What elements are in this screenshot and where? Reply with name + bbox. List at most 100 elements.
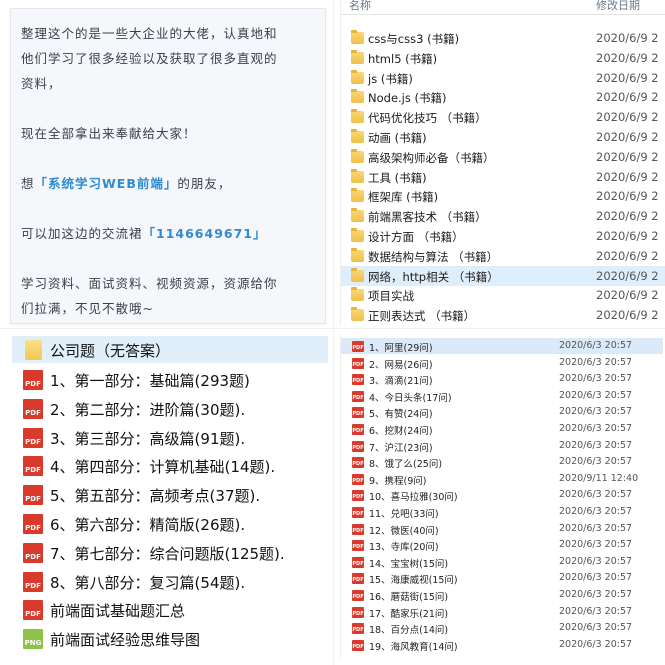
folder-row[interactable]: 代码优化技巧 （书籍） 2020/6/9 2 [341, 107, 665, 127]
folder-row[interactable]: js (书籍) 2020/6/9 2 [341, 68, 665, 88]
note-line: 资料， [21, 76, 62, 91]
modified-date: 2020/6/3 20:57 [559, 456, 633, 468]
modified-date: 2020/6/3 20:57 [559, 622, 633, 634]
modified-date: 2020/6/9 2 [596, 308, 659, 323]
file-name: 3、滴滴(21问) [369, 376, 433, 388]
file-row[interactable]: PDF 3、滴滴(21问) 2020/6/3 20:57 [341, 371, 663, 387]
file-row[interactable]: PDF 前端面试基础题汇总 [12, 596, 328, 623]
file-row[interactable]: PDF 6、挖财(24问) 2020/6/3 20:57 [341, 421, 663, 437]
modified-date: 2020/6/9 2 [596, 90, 659, 105]
modified-date: 2020/6/3 20:57 [559, 522, 633, 534]
file-row[interactable]: PDF 4、今日头条(17问) 2020/6/3 20:57 [341, 388, 663, 404]
folder-icon [351, 247, 364, 262]
file-row[interactable]: PDF 18、百分点(14问) 2020/6/3 20:57 [341, 620, 663, 636]
file-name: 4、第四部分：计算机基础(14题). [50, 458, 276, 477]
modified-date: 2020/6/3 20:57 [559, 605, 633, 617]
modified-date: 2020/6/9 2 [596, 50, 659, 65]
file-name: 5、第五部分：高频考点(37题). [50, 487, 261, 506]
file-name: 19、海风教育(14问) [369, 641, 458, 653]
folder-row[interactable]: 前端黑客技术 （书籍） 2020/6/9 2 [341, 206, 665, 226]
file-name: 13、寺库(20问) [369, 542, 439, 554]
modified-date: 2020/6/9 2 [596, 209, 659, 224]
file-name: 15、海康威视(15问) [369, 575, 458, 587]
file-row[interactable]: PDF 7、沪江(23问) 2020/6/3 20:57 [341, 438, 663, 454]
pdf-file-icon: PDF [352, 556, 364, 568]
folder-name: 工具 (书籍) [368, 170, 427, 185]
file-row[interactable]: PDF 8、饿了么(25问) 2020/6/3 20:57 [341, 454, 663, 470]
file-name: 3、第三部分：高级篇(91题). [50, 429, 246, 448]
file-row[interactable]: PDF 7、第七部分：综合问题版(125题). [12, 539, 328, 566]
modified-date: 2020/6/9 2 [596, 288, 659, 303]
file-row[interactable]: PDF 15、海康威视(15问) 2020/6/3 20:57 [341, 570, 663, 586]
file-row[interactable]: PDF 10、喜马拉雅(30问) 2020/6/3 20:57 [341, 487, 663, 503]
file-row[interactable]: PDF 1、第一部分：基础篇(293题) [12, 366, 328, 393]
file-row[interactable]: PDF 14、宝宝树(15问) 2020/6/3 20:57 [341, 554, 663, 570]
file-row[interactable]: PDF 19、海风教育(14问) 2020/6/3 20:57 [341, 637, 663, 653]
file-row[interactable]: PDF 6、第六部分：精简版(26题). [12, 510, 328, 537]
file-row[interactable]: PDF 11、兑吧(33问) 2020/6/3 20:57 [341, 504, 663, 520]
modified-date: 2020/6/3 20:57 [559, 406, 633, 418]
folder-icon [351, 129, 364, 143]
file-row[interactable]: PDF 8、第八部分：复习篇(54题). [12, 568, 328, 595]
file-row[interactable]: PDF 4、第四部分：计算机基础(14题). [12, 452, 328, 479]
modified-date: 2020/6/3 20:57 [559, 572, 633, 584]
folder-label: 公司题（无答案） [50, 342, 171, 360]
company-questions-list: PDF 1、阿里(29问) 2020/6/3 20:57 PDF 2、网易(26问) 20… [340, 334, 665, 659]
folder-row[interactable]: 高级架构师必备（书籍） 2020/6/9 2 [341, 147, 665, 167]
modified-date: 2020/6/9 2 [596, 110, 659, 125]
pdf-file-icon: PDF [352, 390, 364, 402]
file-row[interactable]: PDF 13、寺库(20问) 2020/6/3 20:57 [341, 537, 663, 553]
modified-date: 2020/6/3 20:57 [559, 506, 633, 517]
file-row[interactable]: PDF 5、有赞(24问) 2020/6/3 20:57 [341, 404, 663, 420]
folder-row[interactable]: 项目实战 2020/6/9 2 [341, 285, 665, 305]
file-name: 10、喜马拉雅(30问) [369, 492, 458, 504]
pdf-file-icon: PDF [23, 542, 43, 563]
folder-icon [351, 109, 364, 124]
modified-date: 2020/6/9 2 [596, 31, 659, 45]
file-row[interactable]: PDF 12、微医(40问) 2020/6/3 20:57 [341, 521, 663, 537]
folder-icon [351, 287, 364, 302]
modified-date: 2020/6/9 2 [596, 149, 659, 164]
folder-row[interactable]: 动画 (书籍) 2020/6/9 2 [341, 127, 665, 147]
books-folder-list: 名称 修改日期 css与css3 (书籍) 2020/6/9 2 html5 (书籍… [340, 0, 665, 325]
modified-date: 2020/6/3 20:57 [559, 555, 633, 567]
file-row[interactable]: PDF 2、网易(26问) 2020/6/3 20:57 [341, 355, 663, 371]
pdf-file-icon: PDF [23, 370, 43, 390]
vertical-divider [333, 0, 334, 665]
file-row[interactable]: PNG 前端面试经验思维导图 [12, 625, 328, 652]
folder-row[interactable]: Node.js (书籍) 2020/6/9 2 [341, 87, 665, 107]
file-name: 11、兑吧(33问) [369, 509, 439, 520]
note-line: 他们学习了很多经验以及获取了很多直观的 [21, 51, 278, 66]
modified-date: 2020/6/9 2 [596, 70, 659, 85]
file-row[interactable]: PDF 16、蘑菇街(15问) 2020/6/3 20:57 [341, 587, 663, 603]
file-row[interactable]: PDF 17、酷家乐(21问) 2020/6/3 20:57 [341, 604, 663, 620]
folder-name: 数据结构与算法 （书籍） [368, 249, 499, 264]
file-row[interactable]: PDF 2、第二部分：进阶篇(30题). [12, 395, 328, 422]
file-name: 12、微医(40问) [369, 525, 439, 537]
folder-row-company-questions[interactable]: 公司题（无答案） [12, 336, 328, 363]
folder-row[interactable]: 网络，http相关 （书籍） 2020/6/9 2 [341, 265, 665, 286]
column-header-date[interactable]: 修改日期 [596, 0, 640, 13]
file-row[interactable]: PDF 3、第三部分：高级篇(91题). [12, 424, 328, 451]
folder-name: 代码优化技巧 （书籍） [368, 111, 487, 126]
folder-row[interactable]: 数据结构与算法 （书籍） 2020/6/9 2 [341, 246, 665, 266]
folder-row[interactable]: css与css3 (书籍) 2020/6/9 2 [341, 28, 665, 48]
pdf-file-icon: PDF [23, 514, 43, 534]
file-row[interactable]: PDF 9、携程(9问) 2020/9/11 12:40 [341, 471, 663, 487]
file-name: 2、网易(26问) [369, 359, 433, 371]
file-name: 6、第六部分：精简版(26题). [50, 516, 246, 534]
file-row[interactable]: PDF 1、阿里(29问) 2020/6/3 20:57 [341, 338, 663, 354]
file-row[interactable]: PDF 5、第五部分：高频考点(37题). [12, 481, 328, 508]
folder-row[interactable]: html5 (书籍) 2020/6/9 2 [341, 48, 665, 68]
folder-name: 网络，http相关 （书籍） [368, 269, 499, 284]
folder-row[interactable]: 工具 (书籍) 2020/6/9 2 [341, 167, 665, 187]
file-name: 17、酷家乐(21问) [369, 608, 449, 620]
group-number-highlight: 「1146649671」 [142, 226, 267, 241]
pdf-file-icon: PDF [352, 606, 364, 618]
column-header-name[interactable]: 名称 [349, 0, 371, 13]
modified-date: 2020/6/9 2 [596, 169, 659, 184]
folder-row[interactable]: 设计方面 （书籍） 2020/6/9 2 [341, 226, 665, 246]
pdf-file-icon: PDF [352, 540, 364, 552]
folder-row[interactable]: 正则表达式 （书籍） 2020/6/9 2 [341, 305, 665, 325]
folder-row[interactable]: 框架库 (书籍) 2020/6/9 2 [341, 186, 665, 206]
